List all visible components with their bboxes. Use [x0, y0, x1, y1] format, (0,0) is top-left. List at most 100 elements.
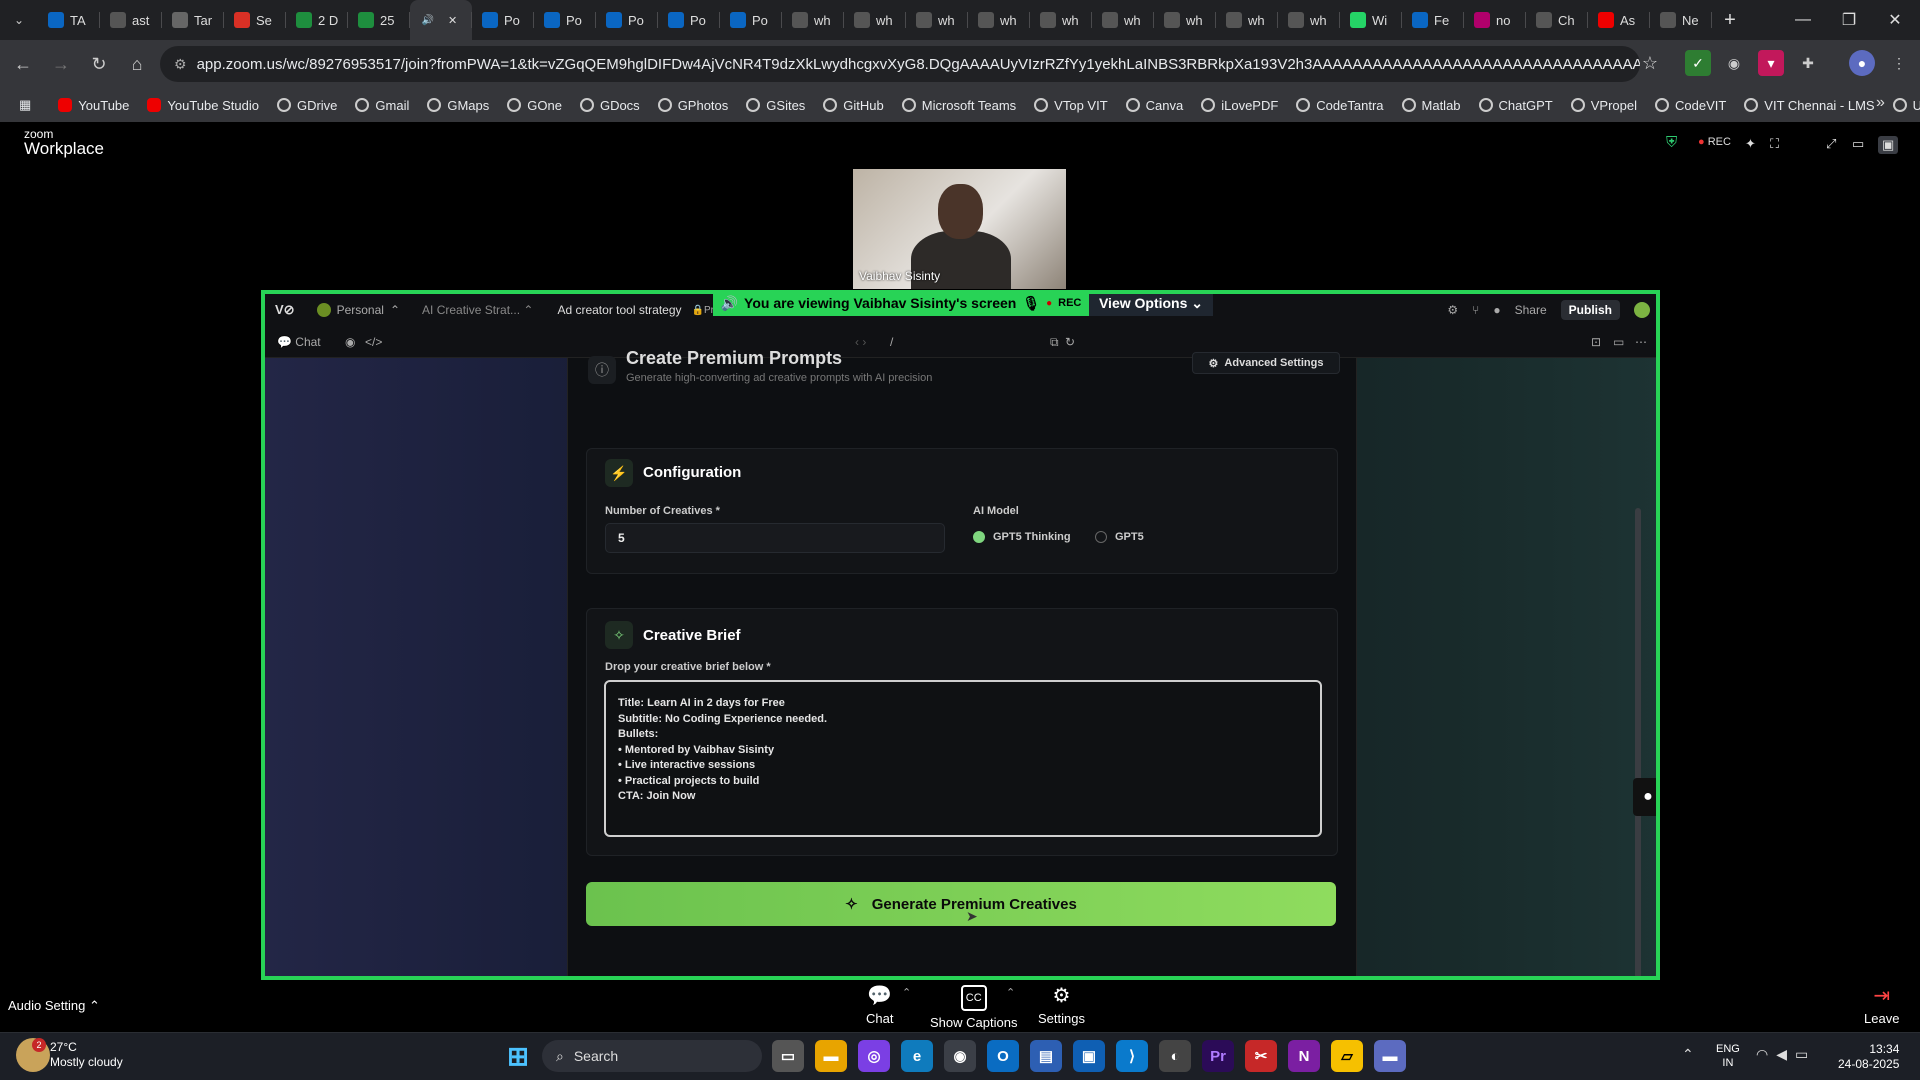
zoom-taskbar-icon[interactable]: ▬ [1374, 1040, 1406, 1072]
layout-icon[interactable]: ▭ [1613, 335, 1624, 349]
browser-tab[interactable]: Fe [1402, 0, 1464, 40]
store-icon[interactable]: ▤ [1030, 1040, 1062, 1072]
browser-tab[interactable]: wh [906, 0, 968, 40]
browser-tab[interactable]: 2 D [286, 0, 348, 40]
preview-eye-icon[interactable]: ◉ [345, 335, 355, 349]
captions-caret-icon[interactable]: ⌃ [1006, 986, 1015, 999]
advanced-settings-button[interactable]: ⚙ Advanced Settings [1192, 352, 1340, 374]
outlook-icon[interactable]: O [987, 1040, 1019, 1072]
language-indicator[interactable]: ENG IN [1716, 1042, 1740, 1070]
bookmark-item[interactable]: Microsoft Teams [893, 91, 1025, 119]
browser-tab[interactable]: Wi [1340, 0, 1402, 40]
shield-extension-icon[interactable]: ✓ [1685, 50, 1711, 76]
restore-icon[interactable]: ❐ [1826, 0, 1872, 40]
chat-button[interactable]: 💬 Chat [866, 985, 893, 1026]
teams-icon[interactable]: ▣ [1073, 1040, 1105, 1072]
file-explorer-icon[interactable]: ▬ [815, 1040, 847, 1072]
settings-button[interactable]: ⚙ Settings [1038, 985, 1085, 1026]
bookmark-item[interactable]: Canva [1117, 91, 1193, 119]
browser-tab[interactable]: Po [472, 0, 534, 40]
premiere-icon[interactable]: Pr [1202, 1040, 1234, 1072]
site-info-icon[interactable]: ⚙ [174, 56, 187, 73]
chrome-icon[interactable]: ◉ [944, 1040, 976, 1072]
project-selector[interactable]: AI Creative Strat... ⌃ [422, 303, 533, 317]
browser-tab[interactable]: 🔊 ✕ [410, 0, 472, 40]
ai-companion-icon[interactable]: ✦ [1745, 136, 1756, 152]
apps-grid-icon[interactable]: ▦ [10, 91, 49, 119]
creative-brief-textarea[interactable]: Title: Learn AI in 2 days for Free Subti… [604, 680, 1322, 837]
browser-tab[interactable]: Po [720, 0, 782, 40]
browser-tab[interactable]: wh [1154, 0, 1216, 40]
scrollbar[interactable] [1635, 508, 1641, 976]
chat-toggle[interactable]: 💬 Chat [277, 335, 321, 349]
close-tab-icon[interactable]: ✕ [448, 14, 457, 27]
browser-tab[interactable]: wh [1278, 0, 1340, 40]
code-view-icon[interactable]: </> [365, 335, 382, 349]
tray-chevron-icon[interactable]: ⌃ [1682, 1046, 1694, 1063]
browser-tab[interactable]: Ch [1526, 0, 1588, 40]
home-icon[interactable]: ⌂ [118, 45, 156, 83]
browser-tab[interactable]: wh [968, 0, 1030, 40]
device-view-icon[interactable]: ⊡ [1591, 335, 1601, 349]
bookmark-item[interactable]: GDocs [571, 91, 649, 119]
recording-indicator[interactable]: ● REC [1698, 136, 1731, 148]
pip-icon[interactable]: ▭ [1852, 136, 1864, 152]
onenote-icon[interactable]: N [1288, 1040, 1320, 1072]
browser-tab[interactable]: Po [534, 0, 596, 40]
profile-avatar[interactable]: ● [1849, 50, 1875, 76]
system-tray[interactable]: ◠◀▭ [1756, 1046, 1816, 1063]
app-logo-icon[interactable]: V⊘ [275, 302, 295, 318]
bookmark-item[interactable]: Gmail [346, 91, 418, 119]
bookmark-item[interactable]: Matlab [1393, 91, 1470, 119]
windows-start-icon[interactable]: ⊞ [502, 1040, 534, 1072]
show-captions-button[interactable]: CC Show Captions [930, 985, 1017, 1030]
bookmark-item[interactable]: GSites [737, 91, 814, 119]
generate-premium-creatives-button[interactable]: ✧ Generate Premium Creatives [586, 882, 1336, 926]
camera-extension-icon[interactable]: ◉ [1721, 50, 1747, 76]
bookmark-item[interactable]: GPhotos [649, 91, 738, 119]
bookmark-star-icon[interactable]: ☆ [1637, 50, 1663, 76]
bookmark-item[interactable]: iLovePDF [1192, 91, 1287, 119]
participant-video[interactable]: Vaibhav Sisinty [853, 169, 1066, 289]
browser-tab[interactable]: Se [224, 0, 286, 40]
view-options-button[interactable]: View Options ⌄ [1089, 294, 1213, 316]
extensions-puzzle-icon[interactable]: ✚ [1795, 50, 1821, 76]
model-option-gpt5-thinking[interactable]: GPT5 Thinking [973, 531, 1071, 543]
task-view-icon[interactable]: ▭ [772, 1040, 804, 1072]
copilot-icon[interactable]: ◎ [858, 1040, 890, 1072]
bookmark-item[interactable]: YouTube [49, 91, 138, 119]
tab-search-chevron-icon[interactable]: ⌄ [0, 0, 38, 40]
browser-tab[interactable]: Tar [162, 0, 224, 40]
fullscreen-icon[interactable]: ⤢ [1826, 136, 1836, 152]
browser-tab[interactable]: ast [100, 0, 162, 40]
clock[interactable]: 13:34 24-08-2025 [1838, 1042, 1899, 1072]
share-button[interactable]: Share [1515, 303, 1547, 317]
bookmark-item[interactable]: GDrive [268, 91, 346, 119]
bookmark-item[interactable]: VTop VIT [1025, 91, 1116, 119]
settings-gear-icon[interactable]: ⚙ [1447, 303, 1458, 317]
browser-tab[interactable]: no [1464, 0, 1526, 40]
browser-menu-icon[interactable]: ⋮ [1886, 50, 1912, 76]
bookmark-item[interactable]: GMaps [418, 91, 498, 119]
bookmark-item[interactable]: YouTube Studio [138, 91, 268, 119]
browser-tab[interactable]: Po [658, 0, 720, 40]
number-of-creatives-input[interactable]: 5 [605, 523, 945, 553]
taskbar-search[interactable]: ⌕ Search [542, 1040, 762, 1072]
shared-screen[interactable]: V⊘ Personal ⌃ AI Creative Strat... ⌃ Ad … [261, 290, 1660, 980]
model-option-gpt5[interactable]: GPT5 [1095, 531, 1144, 543]
view-layout-icon[interactable]: ▣ [1878, 136, 1899, 154]
browser-tab[interactable]: 25 [348, 0, 410, 40]
bookmark-item[interactable]: Udemy [1884, 91, 1920, 119]
github-icon[interactable]: ● [1493, 303, 1500, 317]
browser-tab[interactable]: Po [596, 0, 658, 40]
bookmark-item[interactable]: CodeTantra [1287, 91, 1392, 119]
browser-tab[interactable]: wh [844, 0, 906, 40]
leave-button[interactable]: ⇥ Leave [1864, 985, 1899, 1026]
workspace-selector[interactable]: Personal ⌃ [316, 303, 400, 317]
audio-setting-button[interactable]: Audio Setting ⌃ [8, 998, 100, 1014]
more-bookmarks-chevron-icon[interactable]: » [1876, 94, 1885, 112]
open-external-icon[interactable]: ⧉ [1050, 335, 1059, 350]
branch-icon[interactable]: ⑂ [1472, 303, 1479, 317]
back-arrow-icon[interactable]: ← [4, 45, 42, 83]
edge-icon[interactable]: e [901, 1040, 933, 1072]
